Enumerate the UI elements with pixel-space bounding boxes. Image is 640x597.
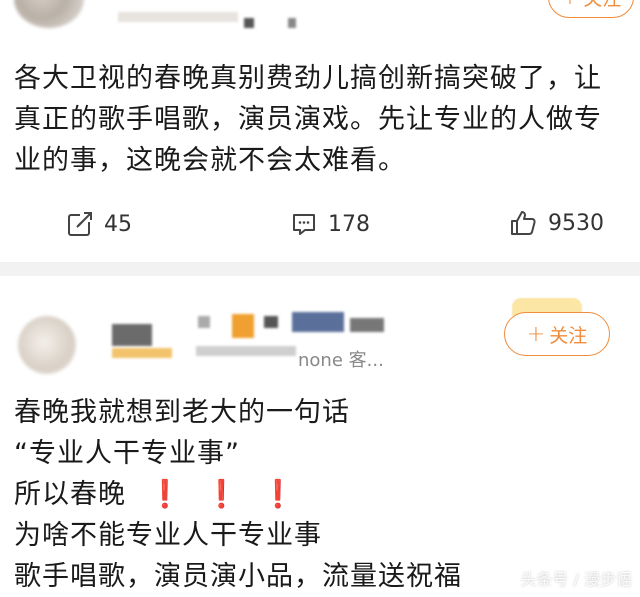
avatar[interactable] xyxy=(18,316,76,374)
exclamation-icon: ❗ xyxy=(148,479,183,510)
post-text: 各大卫视的春晚真别费劲儿搞创新搞突破了，让真正的歌手唱歌，演员演戏。先让专业的人… xyxy=(14,63,602,176)
post-content: 各大卫视的春晚真别费劲儿搞创新搞突破了，让真正的歌手唱歌，演员演戏。先让专业的人… xyxy=(14,58,626,181)
post-line: 春晚我就想到老大的一句话 xyxy=(14,397,350,428)
meta-blurred xyxy=(196,346,296,356)
post-line: 所以春晚 ❗ ❗ ❗ xyxy=(14,474,626,515)
like-icon xyxy=(511,211,536,235)
exclamation-icon: ❗ xyxy=(261,479,296,510)
watermark: 头条号 / 漫步语 xyxy=(520,570,632,589)
follow-button[interactable]: + 关注 xyxy=(548,0,634,18)
username-blurred xyxy=(198,316,210,328)
repost-button[interactable]: 45 xyxy=(66,210,132,238)
post-meta: none 客... xyxy=(298,350,384,371)
share-icon xyxy=(68,210,94,236)
plus-icon: + xyxy=(526,321,546,347)
weibo-post-1: + 关注 各大卫视的春晚真别费劲儿搞创新搞突破了，让真正的歌手唱歌，演员演戏。先… xyxy=(0,0,640,262)
post-line-text: 所以春晚 xyxy=(14,479,126,510)
username-blurred xyxy=(292,312,344,332)
meta-blurred xyxy=(112,348,172,358)
post-divider xyxy=(0,262,640,276)
username-blurred xyxy=(264,316,278,328)
avatar[interactable] xyxy=(14,0,84,28)
like-button[interactable]: 9530 xyxy=(508,208,604,238)
comment-count: 178 xyxy=(328,211,370,237)
post-line: 为啥不能专业人干专业事 xyxy=(14,520,322,551)
username-blurred xyxy=(288,18,296,28)
plus-icon: + xyxy=(561,0,579,10)
follow-button[interactable]: + 关注 xyxy=(504,312,610,356)
username-blurred xyxy=(350,318,384,332)
username-blurred xyxy=(118,12,238,22)
username-blurred xyxy=(232,314,254,338)
weibo-post-2: none 客... + 关注 春晚我就想到老大的一句话 “专业人干专业事” 所以… xyxy=(0,276,640,594)
repost-count: 45 xyxy=(104,211,132,237)
follow-label: 关注 xyxy=(549,324,588,347)
post-line: “专业人干专业事” xyxy=(14,438,240,469)
like-count: 9530 xyxy=(548,210,604,236)
username-blurred xyxy=(112,324,152,346)
follow-label: 关注 xyxy=(583,0,621,11)
action-bar: 45 178 9530 xyxy=(0,206,640,246)
exclamation-icon: ❗ xyxy=(204,479,240,510)
username-blurred xyxy=(244,18,254,28)
comment-button[interactable]: 178 xyxy=(290,210,370,238)
comment-icon xyxy=(293,214,315,235)
